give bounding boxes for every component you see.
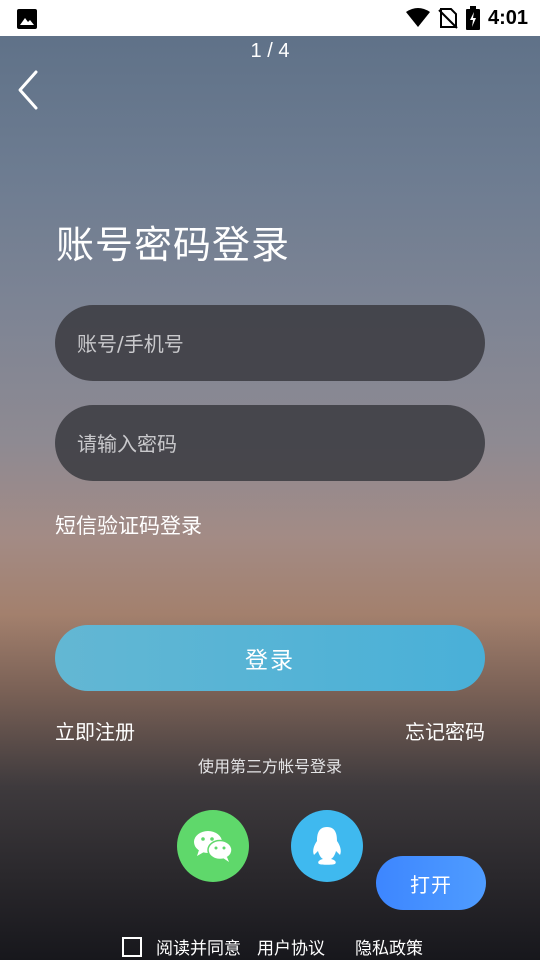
battery-charging-icon <box>465 6 480 30</box>
read-agree-label: 阅读并同意 <box>156 939 241 959</box>
wechat-login-button[interactable] <box>177 810 249 882</box>
user-agreement-link[interactable]: 用户协议 <box>257 934 325 959</box>
gallery-icon <box>17 9 37 29</box>
page-indicator: 1 / 4 <box>250 40 290 62</box>
privacy-policy-link[interactable]: 隐私政策 <box>355 934 423 959</box>
status-time: 4:01 <box>487 6 528 29</box>
open-button[interactable]: 打开 <box>376 856 486 910</box>
password-input[interactable] <box>75 405 469 483</box>
forgot-password-link[interactable]: 忘记密码 <box>405 716 485 745</box>
password-field[interactable] <box>55 405 485 483</box>
third-party-label: 使用第三方帐号登录 <box>197 757 342 776</box>
agreement-row: 阅读并同意 用户协议 隐私政策 <box>122 934 423 959</box>
no-sim-icon <box>438 8 458 29</box>
wifi-icon <box>405 8 430 27</box>
register-link[interactable]: 立即注册 <box>55 716 135 745</box>
agreement-checkbox[interactable] <box>122 936 142 957</box>
back-arrow-icon[interactable] <box>14 68 46 112</box>
account-field[interactable] <box>55 305 485 383</box>
sms-login-link[interactable]: 短信验证码登录 <box>55 510 202 540</box>
status-bar: 4:01 <box>0 0 540 36</box>
account-input[interactable] <box>75 305 469 383</box>
page-title: 账号密码登录 <box>56 223 291 267</box>
wechat-icon <box>194 831 233 862</box>
qq-icon <box>313 827 341 865</box>
qq-login-button[interactable] <box>291 810 363 882</box>
login-button[interactable]: 登录 <box>55 625 485 691</box>
